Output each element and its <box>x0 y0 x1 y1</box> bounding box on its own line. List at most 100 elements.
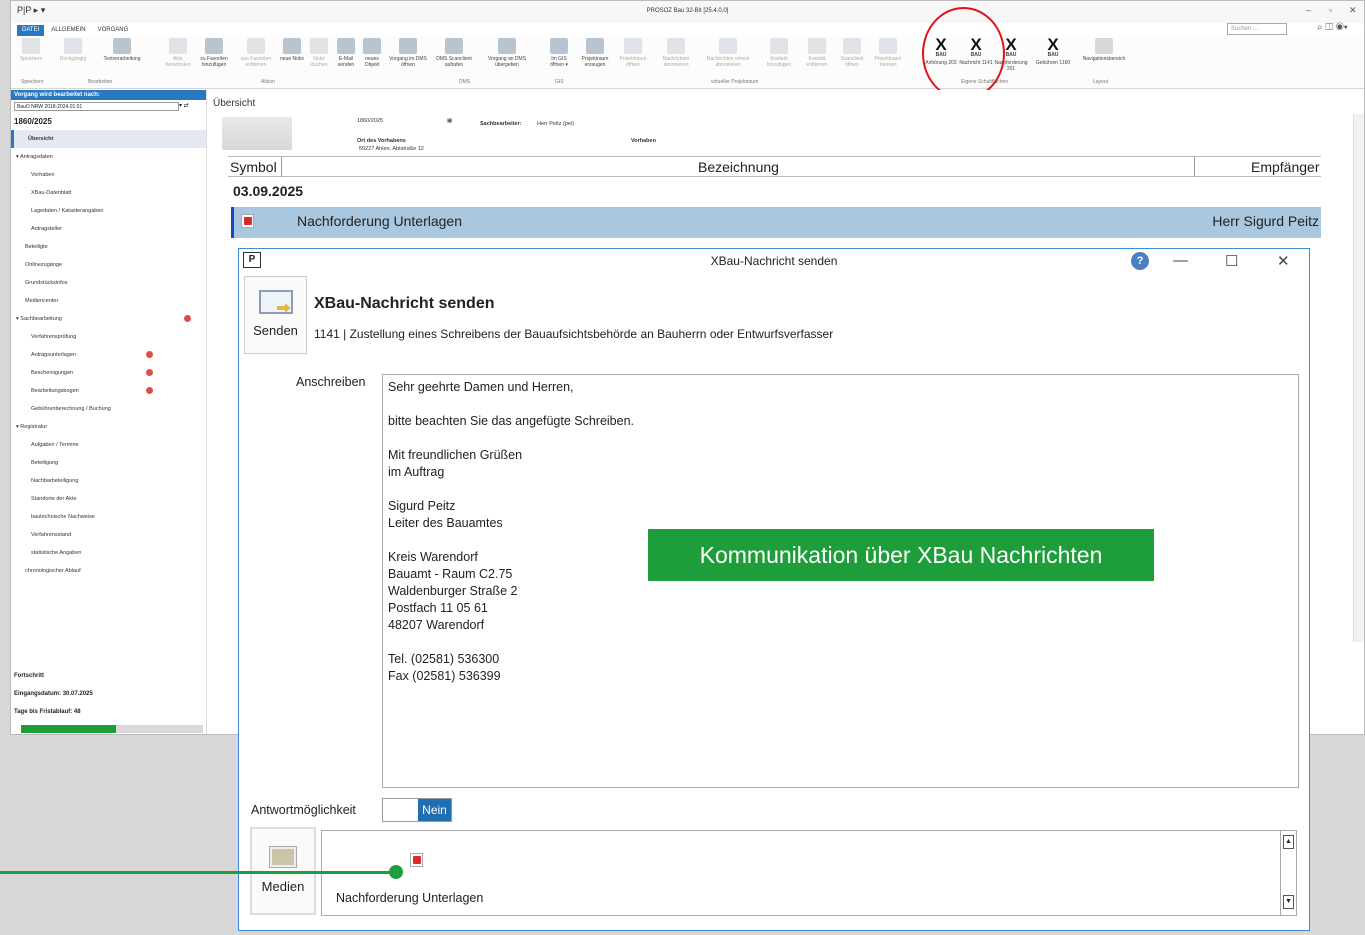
ribbon-icon <box>247 38 265 54</box>
ribbon-icon <box>399 38 417 54</box>
ribbon-button-7[interactable]: Notiz löschen <box>306 36 332 68</box>
sidebar-item-1[interactable]: ▾ Antragsdaten <box>11 148 206 166</box>
dialog-close-icon[interactable]: ✕ <box>1277 252 1290 270</box>
ribbon-button-14[interactable]: Projektraum erzeugen <box>576 36 614 68</box>
ribbon-button-19[interactable]: Kontakt entfernen <box>799 36 835 68</box>
main-scrollbar[interactable] <box>1353 114 1364 642</box>
sidebar-item-4[interactable]: Lagedaten / Katasterangaben <box>11 202 206 220</box>
col-empfaenger[interactable]: Empfänger <box>1251 159 1319 175</box>
ribbon-button-1[interactable]: Rückgängig <box>55 36 91 62</box>
close-icon[interactable]: ✕ <box>1349 5 1357 16</box>
ribbon-button-15[interactable]: Projektraum öffnen <box>614 36 652 68</box>
sidebar-item-23[interactable]: statistische Angaben <box>11 544 206 562</box>
attachment-scrollbar[interactable]: ▲ ▼ <box>1280 831 1296 915</box>
attachment-list[interactable]: Nachforderung Unterlagen ▲ ▼ <box>321 830 1297 916</box>
xbau-code: BAU <box>1047 52 1059 58</box>
ribbon-button-17[interactable]: Nachrichten erneut abonnieren <box>701 36 755 68</box>
callout-dot <box>389 865 403 879</box>
sidebar-item-21[interactable]: bautechnische Nachweise <box>11 508 206 526</box>
sidebar-item-15[interactable]: Gebührenberechnung / Buchung <box>11 400 206 418</box>
ribbon-button-3[interactable]: Akte heranholen <box>161 36 195 68</box>
col-symbol[interactable]: Symbol <box>230 159 277 175</box>
ribbon-button-12[interactable]: Vorgang an DMS übergeben <box>481 36 533 68</box>
ribbon-button-5[interactable]: aus Favoriten entfernen <box>235 36 277 68</box>
minimize-icon[interactable]: – <box>1306 5 1311 15</box>
sidebar-item-14[interactable]: Bearbeitungsbogen <box>11 382 206 400</box>
sidebar-item-17[interactable]: Aufgaben / Termine <box>11 436 206 454</box>
ribbon-button-13[interactable]: Im GIS öffnen ▾ <box>546 36 572 68</box>
ribbon-icon <box>113 38 131 54</box>
sidebar-item-label: chronologischer Ablauf <box>25 568 81 574</box>
search-input[interactable]: Suchen ... <box>1227 23 1287 35</box>
ribbon-button-label: Nachrichten abonnieren <box>662 56 690 68</box>
sidebar-item-5[interactable]: Antragsteller <box>11 220 206 238</box>
sidebar-item-11[interactable]: Verfahrensprüfung <box>11 328 206 346</box>
ribbon-icon <box>879 38 897 54</box>
chevron-down-icon[interactable]: ▾ ⇄ <box>179 102 189 109</box>
scroll-up-icon[interactable]: ▲ <box>1283 835 1294 849</box>
ribbon-button-11[interactable]: DMS Scanclient aufrufen <box>431 36 477 68</box>
dialog-maximize-icon[interactable]: ☐ <box>1225 252 1238 270</box>
ribbon-button-10[interactable]: Vorgang im DMS öffnen <box>389 36 427 68</box>
sidebar-item-7[interactable]: Onlinezugänge <box>11 256 206 274</box>
sidebar-item-label: Gebührenberechnung / Buchung <box>31 406 111 412</box>
col-bezeichnung[interactable]: Bezeichnung <box>698 159 779 175</box>
letter-line: Waldenburger Straße 2 <box>388 584 518 598</box>
sidebar-item-label: Mediencenter <box>25 298 59 304</box>
ribbon-button-8[interactable]: E-Mail senden <box>334 36 358 68</box>
tab-allgemein[interactable]: ALLGEMEIN <box>46 25 90 36</box>
ribbon-button-0[interactable]: Speichern <box>13 36 49 62</box>
xbau-button-3[interactable]: X BAU Gebühren 1160 <box>1033 36 1073 66</box>
dialog-minimize-icon[interactable]: — <box>1173 252 1188 269</box>
ribbon-icon <box>445 38 463 54</box>
sidebar-item-22[interactable]: Verfahrensstand <box>11 526 206 544</box>
ribbon-button-21[interactable]: Projektraum trennen <box>869 36 907 68</box>
ribbon-button-6[interactable]: neue Notiz <box>279 36 305 62</box>
send-button[interactable]: Senden <box>244 276 307 354</box>
sidebar-item-6[interactable]: Beteiligte <box>11 238 206 256</box>
attachment-pdf-icon[interactable] <box>410 853 423 867</box>
sidebar-item-label: ▾ Sachbearbeitung <box>16 316 62 322</box>
help-icon[interactable]: ? <box>1131 252 1149 270</box>
ribbon-button-16[interactable]: Nachrichten abonnieren <box>656 36 696 68</box>
law-select[interactable]: BauO NRW 2018-2024.01.01 <box>14 102 179 111</box>
tab-datei[interactable]: DATEI <box>17 25 45 36</box>
sidebar-item-8[interactable]: Grundstücksinfos <box>11 274 206 292</box>
sidebar-item-label: Antragsteller <box>31 226 62 232</box>
letter-line: Postfach 11 05 61 <box>388 601 488 615</box>
anschreiben-textarea[interactable]: Sehr geehrte Damen und Herren, bitte beac… <box>382 374 1299 788</box>
attachment-name: Nachforderung Unterlagen <box>336 891 484 905</box>
sidebar-item-20[interactable]: Standorte der Akte <box>11 490 206 508</box>
ribbon-icon <box>283 38 301 54</box>
table-row[interactable]: Nachforderung Unterlagen Herr Sigurd Pei… <box>231 207 1321 238</box>
ribbon-tabs: DATEI ALLGEMEIN VORGANG <box>17 25 133 36</box>
sidebar-header: Vorgang wird bearbeitet nach: <box>11 90 206 100</box>
ribbon-icon <box>550 38 568 54</box>
sidebar-item-2[interactable]: Vorhaben <box>11 166 206 184</box>
tab-vorgang[interactable]: VORGANG <box>93 25 134 36</box>
sidebar-item-19[interactable]: Nachbarbeteiligung <box>11 472 206 490</box>
sidebar-item-12[interactable]: Antragsunterlagen <box>11 346 206 364</box>
object-image <box>222 117 292 150</box>
sidebar-item-9[interactable]: Mediencenter <box>11 292 206 310</box>
sidebar-item-0[interactable]: Übersicht <box>11 130 206 148</box>
restore-icon[interactable]: ▫ <box>1329 5 1332 15</box>
antwort-toggle[interactable]: Nein <box>382 798 452 822</box>
ribbon-button-4[interactable]: zu Favoriten hinzufügen <box>196 36 232 68</box>
sidebar-item-24[interactable]: chronologischer Ablauf <box>11 562 206 580</box>
ribbon-button-2[interactable]: Textverarbeitung <box>91 36 153 62</box>
navigation-button[interactable]: Navigationsbereich <box>1071 36 1137 62</box>
sidebar-item-3[interactable]: XBau-Datenblatt <box>11 184 206 202</box>
sidebar-item-18[interactable]: Beteiligung <box>11 454 206 472</box>
ribbon-button-20[interactable]: Scanclient öffnen <box>836 36 868 68</box>
sidebar-item-13[interactable]: Bescheinigungen <box>11 364 206 382</box>
ribbon-icon <box>719 38 737 54</box>
ribbon-button-9[interactable]: neues Objekt <box>359 36 385 68</box>
ribbon-icon <box>363 38 381 54</box>
ribbon-button-18[interactable]: Kontakt hinzufügen <box>761 36 797 68</box>
group-aktion: Aktion <box>261 79 275 85</box>
sidebar-item-10[interactable]: ▾ Sachbearbeitung <box>11 310 206 328</box>
sidebar-item-16[interactable]: ▾ Registratur <box>11 418 206 436</box>
scroll-down-icon[interactable]: ▼ <box>1283 895 1294 909</box>
search-icon[interactable]: ⌕ ◫ ◉▾ <box>1317 22 1348 33</box>
